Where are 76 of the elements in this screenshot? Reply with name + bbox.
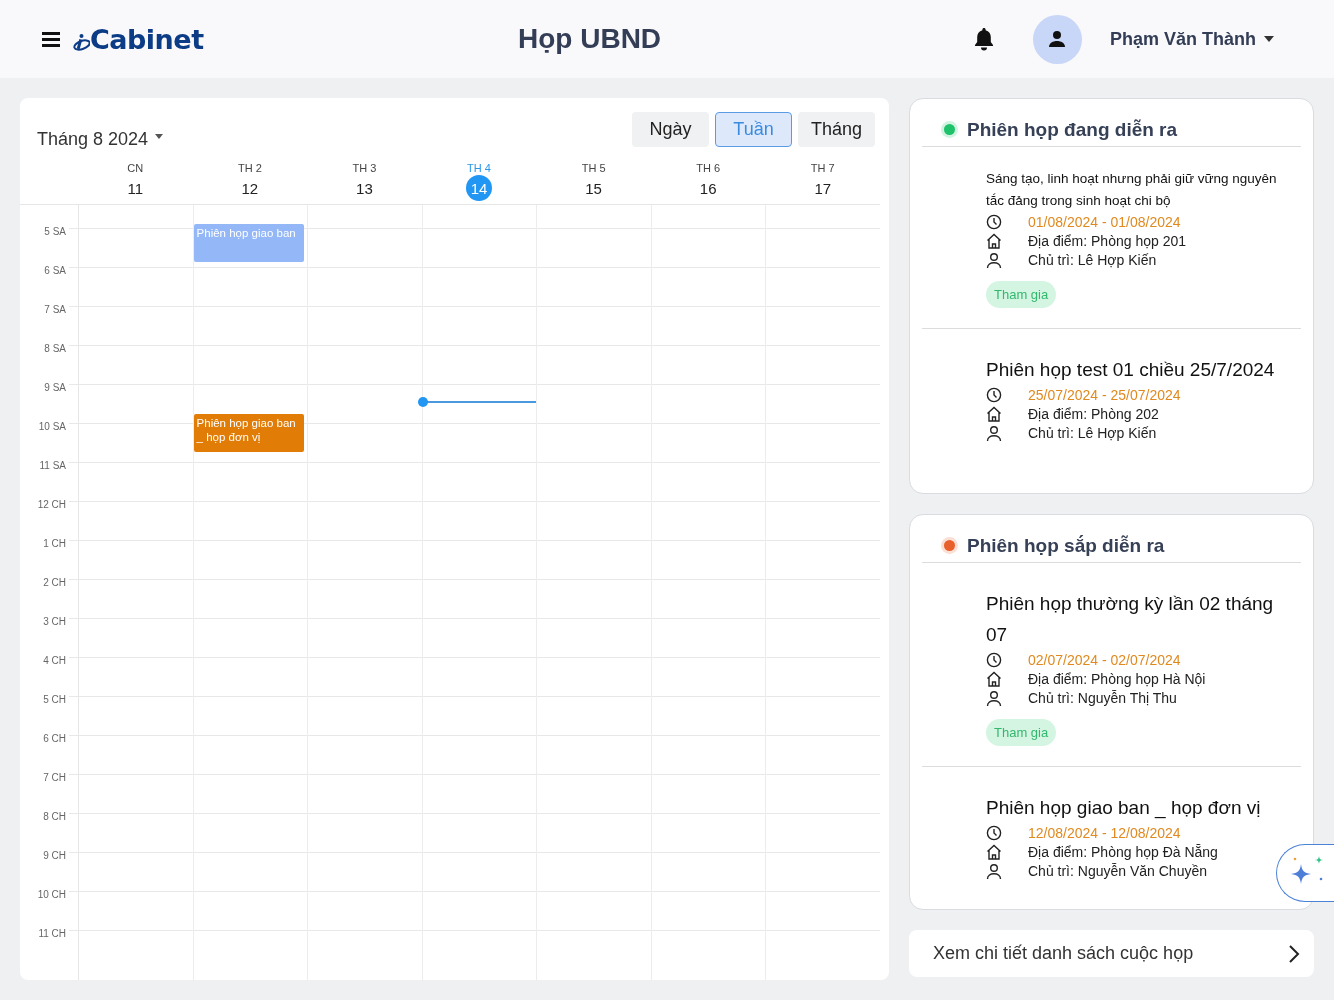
- hour-label: 7 SA: [43, 304, 66, 315]
- weekday-label: TH 7: [810, 162, 835, 174]
- menu-icon[interactable]: [42, 31, 60, 47]
- hour-label: 1 CH: [42, 538, 66, 549]
- person-icon: [986, 251, 1002, 268]
- house-icon: [986, 670, 1002, 687]
- meeting-dates: 25/07/2024 - 25/07/2024: [1028, 386, 1181, 403]
- weekday-label: TH 2: [237, 162, 262, 174]
- meeting-location: Địa điểm: Phòng 202: [1028, 405, 1159, 422]
- hour-label: 2 CH: [42, 577, 66, 588]
- clock-icon: [986, 213, 1002, 230]
- chevron-right-icon: [1288, 943, 1300, 964]
- user-menu[interactable]: Phạm Văn Thành: [1109, 28, 1274, 50]
- hour-label: 4 CH: [42, 655, 66, 666]
- clock-icon: [986, 824, 1002, 841]
- panel-title: Phiên họp sắp diễn ra: [967, 534, 1165, 557]
- person-icon: [986, 689, 1002, 706]
- meeting-chair: Chủ trì: Lê Hợp Kiến: [1028, 251, 1157, 268]
- weekday-label: TH 4: [467, 162, 491, 174]
- hour-label: 6 CH: [42, 733, 66, 744]
- house-icon: [986, 405, 1002, 422]
- house-icon: [986, 232, 1002, 249]
- hour-label: 9 SA: [43, 382, 66, 393]
- day-number[interactable]: 12: [236, 175, 263, 201]
- caret-icon: [1264, 36, 1274, 42]
- meeting-chair: Chủ trì: Nguyễn Thị Thu: [1028, 689, 1177, 706]
- hour-label: 12 CH: [36, 499, 66, 510]
- hour-label: 8 CH: [42, 811, 66, 822]
- hour-label: 6 SA: [43, 265, 66, 276]
- hour-label: 9 CH: [42, 850, 66, 861]
- bell-icon[interactable]: [972, 27, 995, 51]
- hour-label: 11 SA: [38, 460, 66, 471]
- hour-label: 5 SA: [43, 226, 66, 237]
- page-title: Họp UBND: [518, 23, 662, 55]
- view-tab[interactable]: Ngày: [632, 111, 709, 147]
- meeting-chair: Chủ trì: Lê Hợp Kiến: [1028, 424, 1157, 441]
- weekday-label: TH 3: [352, 162, 377, 174]
- meeting-title[interactable]: Sáng tạo, linh hoạt nhưng phải giữ vững nguyên tắc đảng trong sinh hoạt chi bộ: [986, 168, 1281, 212]
- logo-swirl-icon: [72, 32, 90, 53]
- hour-label: 5 CH: [42, 694, 66, 705]
- hour-label: 8 SA: [43, 343, 66, 354]
- panel-title: Phiên họp đang diễn ra: [967, 118, 1178, 141]
- day-number[interactable]: 15: [580, 175, 607, 201]
- weekday-label: TH 5: [581, 162, 606, 174]
- weekday-label: CN: [127, 162, 144, 174]
- meeting-location: Địa điểm: Phòng họp Đà Nẵng: [1028, 843, 1218, 860]
- hour-label: 11 CH: [37, 928, 66, 939]
- ai-assistant-button[interactable]: [1276, 844, 1334, 902]
- day-number[interactable]: 17: [809, 175, 836, 201]
- meeting-location: Địa điểm: Phòng họp Hà Nội: [1028, 670, 1206, 687]
- day-number[interactable]: 11: [122, 175, 149, 201]
- meeting-title[interactable]: Phiên họp thường kỳ lần 02 tháng 07: [986, 588, 1281, 650]
- meeting-dates: 01/08/2024 - 01/08/2024: [1028, 213, 1181, 230]
- day-number[interactable]: 13: [351, 175, 378, 201]
- hour-label: 3 CH: [42, 616, 66, 627]
- meeting-dates: 12/08/2024 - 12/08/2024: [1028, 824, 1181, 841]
- caret-icon: [155, 133, 164, 139]
- view-tab[interactable]: Tháng: [798, 111, 875, 147]
- hour-label: 10 SA: [37, 421, 66, 432]
- hour-label: 7 CH: [42, 772, 66, 783]
- hour-label: 10 CH: [36, 889, 66, 900]
- meeting-chair: Chủ trì: Nguyễn Văn Chuyền: [1028, 862, 1207, 879]
- day-number[interactable]: 16: [695, 175, 722, 201]
- weekday-label: TH 6: [696, 162, 721, 174]
- meeting-title[interactable]: Phiên họp giao ban _ họp đơn vị: [986, 792, 1281, 823]
- meeting-title[interactable]: Phiên họp test 01 chiều 25/7/2024: [986, 354, 1281, 385]
- house-icon: [986, 843, 1002, 860]
- meeting-location: Địa điểm: Phòng họp 201: [1028, 232, 1186, 249]
- month-picker[interactable]: Tháng 8 2024: [37, 128, 164, 150]
- meeting-list-link[interactable]: Xem chi tiết danh sách cuộc họp: [909, 930, 1314, 977]
- clock-icon: [986, 386, 1002, 403]
- person-icon: [986, 424, 1002, 441]
- person-icon: [986, 862, 1002, 879]
- meeting-dates: 02/07/2024 - 02/07/2024: [1028, 651, 1181, 668]
- clock-icon: [986, 651, 1002, 668]
- logo-text: Cabinet: [90, 25, 204, 53]
